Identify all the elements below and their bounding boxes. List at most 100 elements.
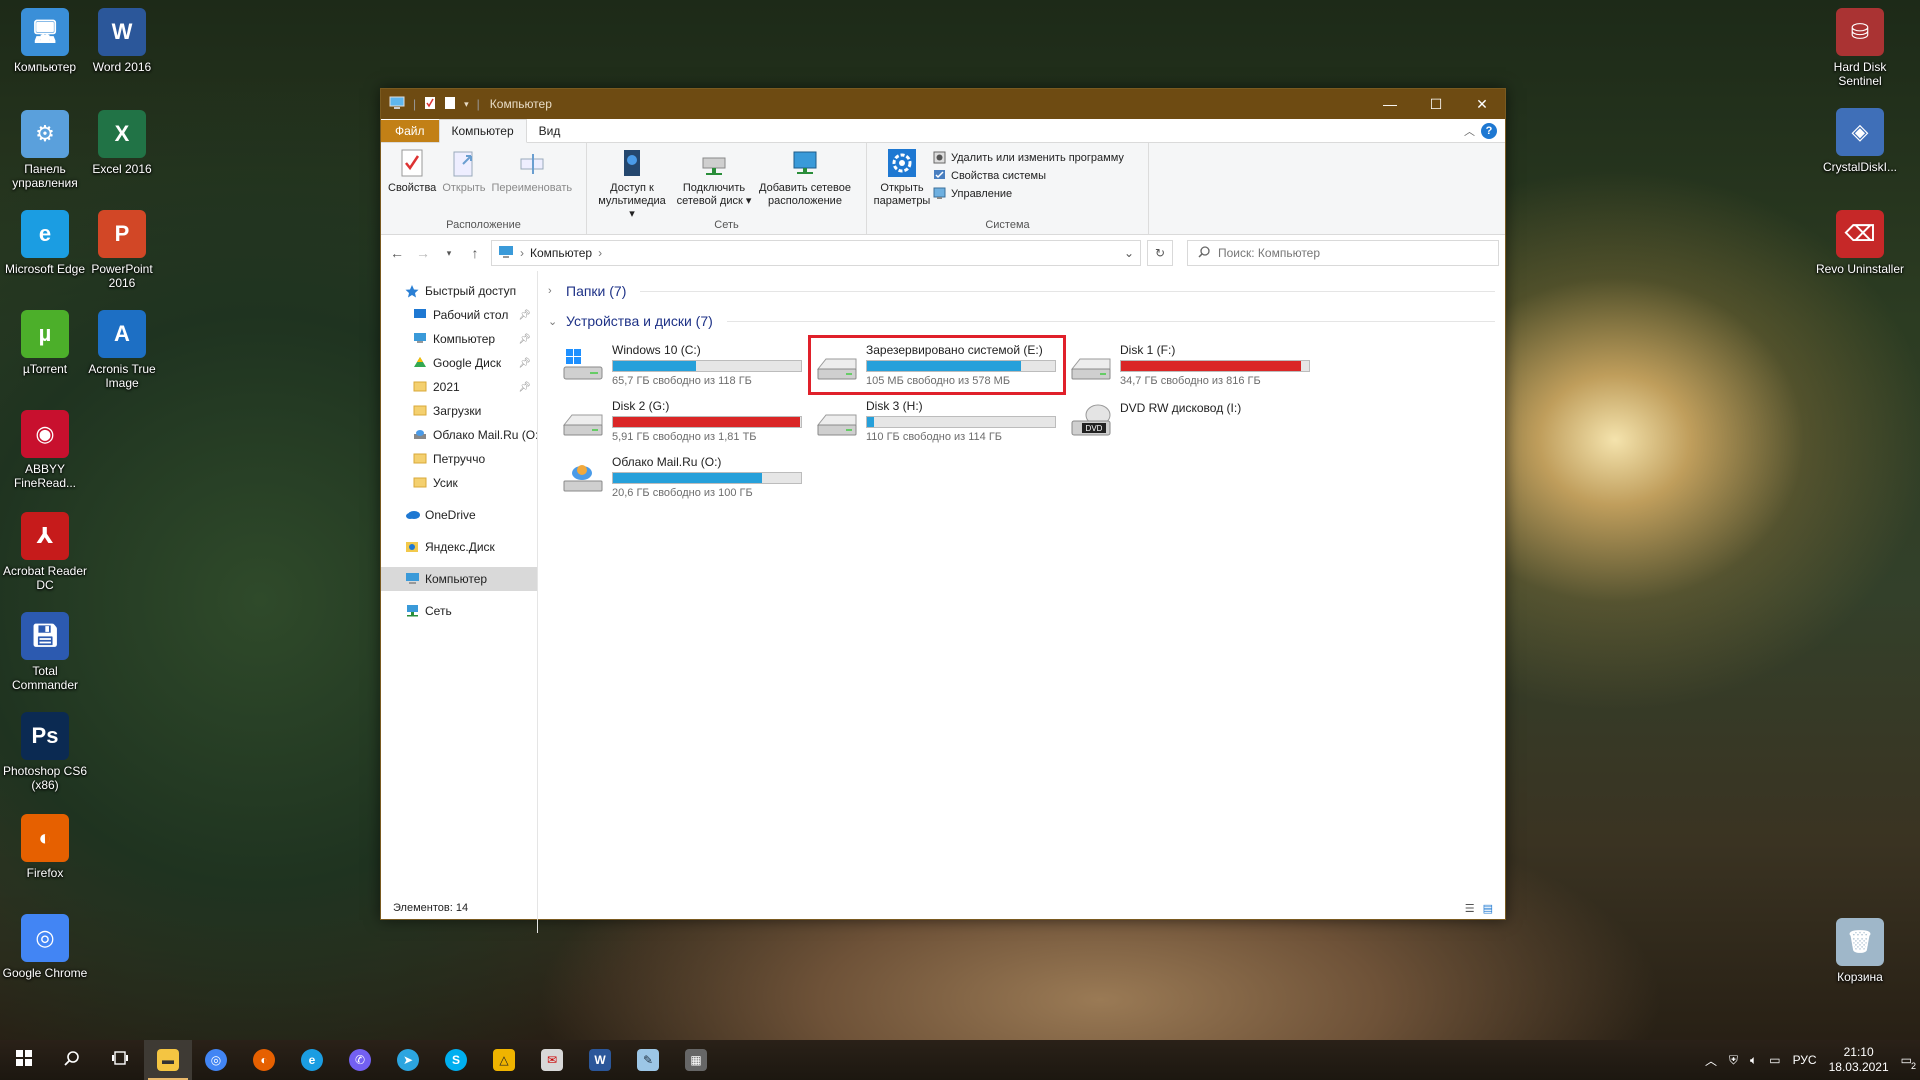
- help-icon[interactable]: ?: [1481, 123, 1497, 139]
- pin-icon[interactable]: 📌︎: [518, 334, 531, 345]
- drive-tile[interactable]: DVD DVD RW дисковод (I:): [1064, 393, 1318, 449]
- taskbar-button[interactable]: ✎: [624, 1040, 672, 1080]
- taskbar-button[interactable]: [0, 1040, 48, 1080]
- desktop-shortcut[interactable]: ◎ Google Chrome: [0, 914, 90, 980]
- properties-icon[interactable]: [424, 96, 436, 113]
- desktop-shortcut[interactable]: ⅄ Acrobat Reader DC: [0, 512, 90, 592]
- search-box[interactable]: [1187, 240, 1499, 266]
- recent-locations-button[interactable]: ▾: [439, 248, 459, 259]
- nav-quick-item[interactable]: Google Диск 📌︎: [381, 351, 537, 375]
- address-bar[interactable]: › Компьютер › ⌄: [491, 240, 1141, 266]
- desktop-shortcut[interactable]: ◉ ABBYY FineRead...: [0, 410, 90, 490]
- tab-file[interactable]: Файл: [381, 120, 439, 142]
- desktop-shortcut[interactable]: Ps Photoshop CS6 (x86): [0, 712, 90, 792]
- new-folder-icon[interactable]: [444, 96, 456, 113]
- drive-tile[interactable]: Зарезервировано системой (E:) 105 МБ своб…: [808, 335, 1066, 395]
- taskbar-button[interactable]: e: [288, 1040, 336, 1080]
- taskbar-button[interactable]: [48, 1040, 96, 1080]
- forward-button[interactable]: →: [413, 245, 433, 261]
- minimize-button[interactable]: —: [1367, 89, 1413, 119]
- nav-quick-item[interactable]: Загрузки: [381, 399, 537, 423]
- desktop-shortcut[interactable]: X Excel 2016: [77, 110, 167, 176]
- taskbar-button[interactable]: ✉: [528, 1040, 576, 1080]
- taskbar-button[interactable]: ◐: [240, 1040, 288, 1080]
- security-icon[interactable]: ⛨: [1729, 1053, 1738, 1068]
- edge-icon: e: [301, 1049, 323, 1071]
- network-tray-icon[interactable]: ▭: [1769, 1053, 1780, 1067]
- nav-quick-item[interactable]: Усик: [381, 471, 537, 495]
- tiles-view-icon[interactable]: ▤: [1483, 902, 1493, 915]
- notifications-button[interactable]: ▭ 2: [1901, 1053, 1916, 1071]
- uninstall-program-button[interactable]: Удалить или изменить программу: [933, 151, 1124, 164]
- taskbar-button[interactable]: W: [576, 1040, 624, 1080]
- nav-quick-item[interactable]: Рабочий стол 📌︎: [381, 303, 537, 327]
- nav-onedrive[interactable]: OneDrive: [381, 503, 537, 527]
- speaker-icon[interactable]: 🔈︎: [1750, 1053, 1757, 1068]
- nav-quick-access[interactable]: Быстрый доступ: [381, 279, 537, 303]
- desktop-shortcut[interactable]: ⛁ Hard Disk Sentinel: [1815, 8, 1905, 88]
- refresh-button[interactable]: ↻: [1147, 240, 1173, 266]
- collapse-ribbon-icon[interactable]: ︿: [1464, 123, 1475, 139]
- group-header-devices[interactable]: ⌄ Устройства и диски (7): [548, 309, 1495, 333]
- taskbar-button[interactable]: ▦: [672, 1040, 720, 1080]
- pin-icon[interactable]: 📌︎: [518, 382, 531, 393]
- drive-tile[interactable]: Disk 1 (F:) 34,7 ГБ свободно из 816 ГБ: [1064, 337, 1318, 393]
- computer-icon: 🖥︎: [21, 8, 69, 56]
- drive-usage-fill: [613, 473, 762, 483]
- chevron-up-icon[interactable]: ︿: [1705, 1052, 1717, 1069]
- drive-tile[interactable]: Windows 10 (C:) 65,7 ГБ свободно из 118 Г…: [556, 337, 810, 393]
- taskbar-button[interactable]: ◎: [192, 1040, 240, 1080]
- skype-icon: S: [445, 1049, 467, 1071]
- taskbar-button[interactable]: ▬: [144, 1040, 192, 1080]
- manage-button[interactable]: Управление: [933, 187, 1124, 200]
- tab-computer[interactable]: Компьютер: [438, 119, 527, 143]
- recycle-bin-icon: 🗑︎: [1836, 918, 1884, 966]
- taskbar-button[interactable]: ✆: [336, 1040, 384, 1080]
- taskbar-button[interactable]: [96, 1040, 144, 1080]
- drive-tile[interactable]: Disk 3 (H:) 110 ГБ свободно из 114 ГБ: [810, 393, 1064, 449]
- nav-quick-item[interactable]: Облако Mail.Ru (O:: [381, 423, 537, 447]
- taskbar-button[interactable]: ➤: [384, 1040, 432, 1080]
- desktop-shortcut[interactable]: W Word 2016: [77, 8, 167, 74]
- nav-computer[interactable]: Компьютер: [381, 567, 537, 591]
- desktop-shortcut[interactable]: ◐ Firefox: [0, 814, 90, 880]
- details-view-icon[interactable]: ☰: [1465, 902, 1475, 915]
- nav-network[interactable]: Сеть: [381, 599, 537, 623]
- maximize-button[interactable]: ☐: [1413, 89, 1459, 119]
- close-button[interactable]: ✕: [1459, 89, 1505, 119]
- hdd-icon: [1068, 345, 1114, 385]
- taskbar-button[interactable]: △: [480, 1040, 528, 1080]
- desktop-shortcut[interactable]: 💾︎ Total Commander: [0, 612, 90, 692]
- chevron-down-icon[interactable]: ⌄: [1124, 246, 1134, 260]
- drive-tile[interactable]: Disk 2 (G:) 5,91 ГБ свободно из 1,81 ТБ: [556, 393, 810, 449]
- language-indicator[interactable]: РУС: [1793, 1053, 1817, 1067]
- nav-quick-item[interactable]: 2021 📌︎: [381, 375, 537, 399]
- telegram-icon: ➤: [397, 1049, 419, 1071]
- pin-icon[interactable]: 📌︎: [518, 358, 531, 369]
- system-properties-button[interactable]: Свойства системы: [933, 169, 1124, 182]
- tab-view[interactable]: Вид: [527, 120, 573, 142]
- desktop-shortcut[interactable]: 🗑︎ Корзина: [1815, 918, 1905, 984]
- ribbon-group-network: Доступ к мультимедиа ▾ Подключить сетево…: [587, 143, 867, 234]
- back-button[interactable]: ←: [387, 245, 407, 261]
- desktop-shortcut[interactable]: A Acronis True Image: [77, 310, 167, 390]
- pin-icon[interactable]: 📌︎: [518, 310, 531, 321]
- taskbar-button[interactable]: S: [432, 1040, 480, 1080]
- nav-quick-item[interactable]: Компьютер 📌︎: [381, 327, 537, 351]
- nav-yandex-disk[interactable]: Яндекс.Диск: [381, 535, 537, 559]
- desktop-shortcut[interactable]: ◈ CrystalDiskI...: [1815, 108, 1905, 174]
- up-button[interactable]: ↑: [465, 245, 485, 261]
- desktop-shortcut[interactable]: ⌫ Revo Uninstaller: [1815, 210, 1905, 276]
- drive-tile[interactable]: Облако Mail.Ru (O:) 20,6 ГБ свободно из 1…: [556, 449, 810, 505]
- nav-quick-item[interactable]: Петруччо: [381, 447, 537, 471]
- drive-name: Windows 10 (C:): [612, 343, 701, 357]
- chevron-down-icon[interactable]: ▾: [464, 99, 469, 110]
- clock[interactable]: 21:10 18.03.2021: [1829, 1045, 1889, 1075]
- breadcrumb[interactable]: Компьютер: [530, 246, 592, 260]
- search-input[interactable]: [1218, 246, 1498, 260]
- desktop-shortcut[interactable]: P PowerPoint 2016: [77, 210, 167, 290]
- group-header-folders[interactable]: › Папки (7): [548, 279, 1495, 303]
- ribbon: Свойства Открыть Переименовать Расположе…: [381, 143, 1505, 235]
- title-bar[interactable]: | ▾ | Компьютер — ☐ ✕: [381, 89, 1505, 119]
- computer-icon[interactable]: [389, 96, 405, 113]
